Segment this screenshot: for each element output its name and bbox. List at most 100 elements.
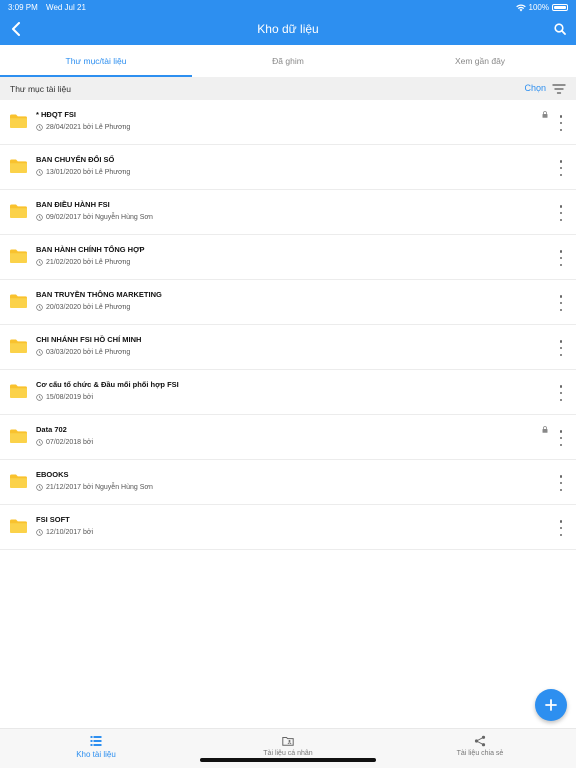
folder-name: * HĐQT FSI: [36, 110, 77, 119]
folder-name: EBOOKS: [36, 470, 69, 479]
folder-name: BAN TRUYỀN THÔNG MARKETING: [36, 290, 162, 299]
folder-date-owner: 15/08/2019 bởi: [46, 394, 94, 401]
tab-folders-documents[interactable]: Thư mục/tài liệu: [0, 45, 192, 77]
folder-row[interactable]: BAN HÀNH CHÍNH TỔNG HỢP 21/02/2020 bởi L…: [0, 235, 576, 280]
more-options-button[interactable]: [556, 250, 566, 266]
folder-date-owner: 09/02/2017 bởi Nguyễn Hùng Sơn: [46, 214, 153, 221]
folder-meta: 21/12/2017 bởi Nguyễn Hùng Sơn: [36, 484, 153, 491]
folder-date-owner: 12/10/2017 bởi: [46, 529, 94, 536]
more-options-button[interactable]: [556, 295, 566, 311]
battery-percent: 100%: [528, 3, 549, 12]
bottom-nav: Kho tài liệu Tài liệu cá nhân Tài liệu c…: [0, 728, 576, 768]
folder-row[interactable]: BAN TRUYỀN THÔNG MARKETING 20/03/2020 bở…: [0, 280, 576, 325]
folder-icon: [10, 249, 27, 263]
status-bar: 3:09 PM Wed Jul 21 100%: [0, 0, 576, 14]
section-title: Thư mục tài liệu: [10, 84, 71, 94]
more-options-button[interactable]: [556, 520, 566, 536]
folder-row[interactable]: BAN CHUYỂN ĐỔI SỐ 13/01/2020 bởi Lê Phươ…: [0, 145, 576, 190]
folder-date-owner: 13/01/2020 bởi Lê Phương: [46, 169, 131, 176]
bottom-nav-label: Kho tài liệu: [76, 750, 116, 759]
folder-meta: 09/02/2017 bởi Nguyễn Hùng Sơn: [36, 214, 153, 221]
folder-date-owner: 03/03/2020 bởi Lê Phương: [46, 349, 131, 356]
more-options-button[interactable]: [556, 340, 566, 356]
status-date: Wed Jul 21: [46, 3, 86, 12]
bottom-nav-personal-documents[interactable]: Tài liệu cá nhân: [192, 729, 384, 768]
folder-icon: [10, 384, 27, 398]
search-icon: [554, 23, 566, 35]
folder-icon: [10, 204, 27, 218]
folder-icon: [10, 519, 27, 533]
personal-folder-icon: [282, 737, 294, 746]
folder-meta: 20/03/2020 bởi Lê Phương: [36, 304, 130, 311]
more-options-button[interactable]: [556, 430, 566, 446]
folder-meta: 15/08/2019 bởi: [36, 394, 93, 401]
more-options-button[interactable]: [556, 115, 566, 131]
page-title: Kho dữ liệu: [257, 22, 319, 36]
battery-icon: [552, 4, 568, 11]
folder-row[interactable]: Cơ cấu tổ chức & Đầu mối phối hợp FSI 15…: [0, 370, 576, 415]
status-time: 3:09 PM: [8, 3, 38, 12]
folder-row[interactable]: Data 702 07/02/2018 bởi: [0, 415, 576, 460]
home-indicator: [200, 758, 376, 762]
more-options-button[interactable]: [556, 385, 566, 401]
filter-icon[interactable]: [552, 83, 566, 95]
folder-row[interactable]: FSI SOFT 12/10/2017 bởi: [0, 505, 576, 550]
search-button[interactable]: [550, 19, 570, 39]
folder-meta: 12/10/2017 bởi: [36, 529, 93, 536]
folder-name: BAN HÀNH CHÍNH TỔNG HỢP: [36, 245, 145, 254]
lock-icon: [542, 111, 548, 118]
wifi-icon: [515, 3, 526, 12]
folder-meta: 21/02/2020 bởi Lê Phương: [36, 259, 130, 266]
folder-meta: 07/02/2018 bởi: [36, 439, 93, 446]
folder-name: BAN CHUYỂN ĐỔI SỐ: [36, 155, 115, 164]
folder-icon: [10, 114, 27, 128]
folder-row[interactable]: BAN ĐIỀU HÀNH FSI 09/02/2017 bởi Nguyễn …: [0, 190, 576, 235]
clock-icon: [36, 484, 43, 491]
tab-bar: Thư mục/tài liệu Đã ghim Xem gần đây: [0, 45, 576, 77]
clock-icon: [36, 439, 43, 446]
clock-icon: [36, 259, 43, 266]
clock-icon: [36, 214, 43, 221]
folder-meta: 13/01/2020 bởi Lê Phương: [36, 169, 130, 176]
list-icon: [90, 736, 102, 746]
folder-name: Data 702: [36, 425, 67, 434]
folder-meta: 03/03/2020 bởi Lê Phương: [36, 349, 130, 356]
folder-row[interactable]: EBOOKS 21/12/2017 bởi Nguyễn Hùng Sơn: [0, 460, 576, 505]
folder-icon: [10, 339, 27, 353]
bottom-nav-document-store[interactable]: Kho tài liệu: [0, 729, 192, 768]
bottom-nav-shared-documents[interactable]: Tài liệu chia sẻ: [384, 729, 576, 768]
tab-pinned[interactable]: Đã ghim: [192, 45, 384, 77]
more-options-button[interactable]: [556, 475, 566, 491]
folder-icon: [10, 159, 27, 173]
clock-icon: [36, 394, 43, 401]
folder-date-owner: 21/02/2020 bởi Lê Phương: [46, 259, 131, 266]
add-button[interactable]: [535, 689, 567, 721]
folder-list: * HĐQT FSI 28/04/2021 bởi Lê Phương BAN …: [0, 100, 576, 550]
lock-icon: [542, 426, 548, 433]
folder-row[interactable]: CHI NHÁNH FSI HỒ CHÍ MINH 03/03/2020 bởi…: [0, 325, 576, 370]
folder-name: CHI NHÁNH FSI HỒ CHÍ MINH: [36, 335, 142, 344]
clock-icon: [36, 169, 43, 176]
folder-row[interactable]: * HĐQT FSI 28/04/2021 bởi Lê Phương: [0, 100, 576, 145]
bottom-nav-label: Tài liệu chia sẻ: [456, 750, 504, 757]
clock-icon: [36, 124, 43, 131]
folder-date-owner: 21/12/2017 bởi Nguyễn Hùng Sơn: [46, 484, 153, 491]
more-options-button[interactable]: [556, 205, 566, 221]
folder-name: FSI SOFT: [36, 515, 70, 524]
tab-recently-viewed[interactable]: Xem gần đây: [384, 45, 576, 77]
folder-name: Cơ cấu tổ chức & Đầu mối phối hợp FSI: [36, 380, 179, 389]
folder-meta: 28/04/2021 bởi Lê Phương: [36, 124, 130, 131]
folder-icon: [10, 429, 27, 443]
clock-icon: [36, 529, 43, 536]
nav-bar: Kho dữ liệu: [0, 14, 576, 45]
clock-icon: [36, 304, 43, 311]
section-header: Thư mục tài liệu Chọn: [0, 77, 576, 100]
choose-button[interactable]: Chọn: [524, 83, 546, 93]
clock-icon: [36, 349, 43, 356]
folder-icon: [10, 294, 27, 308]
app-header: 3:09 PM Wed Jul 21 100% Kho dữ liệu: [0, 0, 576, 45]
folder-name: BAN ĐIỀU HÀNH FSI: [36, 200, 110, 209]
more-options-button[interactable]: [556, 160, 566, 176]
folder-date-owner: 28/04/2021 bởi Lê Phương: [46, 124, 131, 131]
folder-date-owner: 20/03/2020 bởi Lê Phương: [46, 304, 131, 311]
